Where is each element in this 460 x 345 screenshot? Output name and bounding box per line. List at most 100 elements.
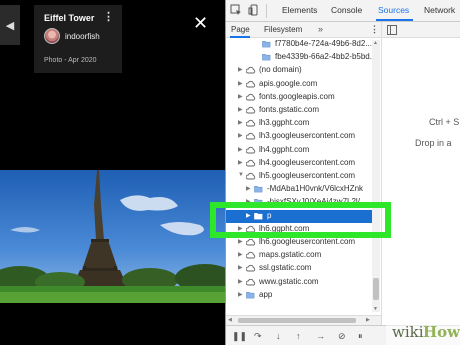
more-tabs-icon[interactable]: » — [318, 24, 323, 34]
close-icon[interactable]: ✕ — [193, 14, 208, 32]
cloud-icon — [246, 106, 256, 114]
previous-photo-button[interactable]: ◀ — [0, 5, 20, 45]
tree-item[interactable]: ▶ (no domain) — [226, 64, 376, 77]
folder-icon — [262, 41, 271, 48]
tree-item-label: fbe4339b-66a2-4bb2-b5bd... — [275, 52, 377, 62]
tab-elements[interactable]: Elements — [282, 5, 317, 15]
folder-icon — [246, 291, 255, 299]
tree-item[interactable]: ▶ fonts.gstatic.com — [226, 104, 376, 117]
scrollbar-thumb[interactable] — [373, 278, 379, 300]
deactivate-breakpoints-icon[interactable]: ⊘ — [338, 331, 346, 342]
cloud-icon — [246, 80, 256, 88]
more-options-icon[interactable]: ⋮ — [103, 12, 114, 23]
tree-item-label: lh4.googleusercontent.com — [259, 157, 356, 167]
expand-arrow-icon[interactable]: ▶ — [238, 291, 243, 298]
tree-item-label: lh3.googleusercontent.com — [259, 131, 356, 141]
cloud-icon — [246, 93, 256, 101]
cloud-icon — [246, 146, 256, 154]
inspect-element-icon[interactable] — [230, 4, 242, 16]
horizontal-scrollbar-thumb[interactable] — [238, 318, 356, 323]
expand-arrow-open-icon[interactable]: ▼ — [238, 172, 244, 178]
tree-item[interactable]: ▶ app — [226, 289, 376, 302]
expand-arrow-icon[interactable]: ▶ — [238, 278, 243, 285]
active-tab-indicator — [376, 19, 413, 21]
tab-network[interactable]: Network — [424, 5, 455, 15]
expand-arrow-icon[interactable]: ▶ — [238, 80, 243, 87]
tree-item[interactable]: ▼ lh5.googleusercontent.com — [226, 170, 376, 183]
tree-item[interactable]: ▶ apis.google.com — [226, 78, 376, 91]
step-icon[interactable]: → — [316, 331, 325, 341]
device-toolbar-icon[interactable] — [248, 4, 260, 16]
pause-icon[interactable]: ❚❚ — [232, 331, 247, 342]
cloud-icon — [246, 278, 256, 286]
cloud-icon — [246, 238, 256, 246]
tree-item[interactable]: fbe4339b-66a2-4bb2-b5bd... — [226, 51, 376, 64]
expand-arrow-icon[interactable]: ▶ — [238, 93, 243, 100]
toggle-navigator-icon[interactable] — [387, 25, 397, 35]
tree-item-label: apis.google.com — [259, 78, 318, 88]
expand-arrow-icon[interactable]: ▶ — [238, 66, 243, 73]
tree-item-label: fonts.googleapis.com — [259, 91, 335, 101]
wikihow-logo: wiki How — [386, 321, 460, 345]
source-editor-pane: Ctrl + S Drop in a — [381, 22, 460, 325]
expand-arrow-icon[interactable]: ▶ — [238, 264, 243, 271]
navigator-vertical-scrollbar[interactable]: ▲ ▼ — [372, 40, 380, 312]
expand-arrow-icon[interactable]: ▶ — [246, 185, 251, 192]
tree-item-label: f7780b4e-724a-49b6-8d2... — [275, 39, 372, 48]
tree-item-label: ssl.gstatic.com — [259, 263, 312, 273]
step-into-icon[interactable]: ↓ — [276, 331, 281, 341]
folder-icon — [262, 54, 271, 61]
scroll-right-arrow-icon[interactable]: ▶ — [366, 317, 370, 323]
expand-arrow-icon[interactable]: ▶ — [238, 146, 243, 153]
tree-item[interactable]: ▶ ssl.gstatic.com — [226, 262, 376, 275]
tree-item[interactable]: ▶ www.gstatic.com — [226, 276, 376, 289]
scroll-up-arrow-icon[interactable]: ▲ — [373, 40, 378, 46]
tree-item[interactable]: ▶ -MdAba1H0vnk/V6lcxHZnk — [226, 183, 376, 196]
tree-item-label: www.gstatic.com — [259, 276, 319, 286]
photo-date: Photo - Apr 2020 — [44, 57, 97, 64]
tree-item-label: lh4.ggpht.com — [259, 144, 310, 154]
cloud-icon — [246, 159, 256, 167]
avatar[interactable] — [44, 28, 60, 44]
tree-item[interactable]: ▶ fonts.googleapis.com — [226, 91, 376, 104]
cloud-icon — [246, 133, 256, 140]
photo-viewer: ◀ Eiffel Tower ⋮ indoorfish Photo - Apr … — [0, 0, 225, 345]
subtab-page[interactable]: Page — [231, 25, 250, 34]
step-out-icon[interactable]: ↑ — [296, 331, 301, 341]
editor-drop-hint: Drop in a — [415, 138, 452, 148]
subtab-filesystem[interactable]: Filesystem — [264, 25, 302, 34]
expand-arrow-icon[interactable]: ▶ — [238, 119, 243, 126]
photo-info-card: Eiffel Tower ⋮ indoorfish Photo - Apr 20… — [34, 5, 122, 73]
tree-item[interactable]: f7780b4e-724a-49b6-8d2... — [226, 38, 376, 51]
tab-console[interactable]: Console — [331, 5, 362, 15]
tree-item[interactable]: ▶ lh4.ggpht.com — [226, 144, 376, 157]
step-over-icon[interactable]: ↷ — [254, 331, 262, 342]
expand-arrow-icon[interactable]: ▶ — [238, 238, 243, 245]
navigator-horizontal-scrollbar[interactable]: ◀ ▶ — [226, 315, 381, 325]
editor-shortcut-hint: Ctrl + S — [429, 117, 460, 127]
tree-item[interactable]: ▶ lh3.ggpht.com — [226, 117, 376, 130]
expand-arrow-icon[interactable]: ▶ — [238, 106, 243, 113]
eiffel-tower-photo — [0, 170, 225, 303]
tab-sources[interactable]: Sources — [378, 5, 409, 15]
folder-icon — [254, 186, 263, 193]
editor-header — [382, 22, 460, 38]
cloud-icon — [246, 120, 256, 127]
cloud-icon — [246, 172, 256, 180]
tree-item[interactable]: ▶ lh4.googleusercontent.com — [226, 157, 376, 170]
tree-item-label: app — [259, 289, 273, 299]
expand-arrow-icon[interactable]: ▶ — [238, 251, 243, 258]
scroll-down-arrow-icon[interactable]: ▼ — [373, 306, 378, 312]
devtools-tabbar: Elements Console Sources Network — [226, 0, 460, 22]
tree-item[interactable]: ▶ lh3.googleusercontent.com — [226, 130, 376, 143]
pause-on-exceptions-icon[interactable]: ⏸ — [358, 331, 363, 342]
navigator-menu-icon[interactable]: ⋮ — [370, 24, 379, 35]
contributor-name[interactable]: indoorfish — [65, 32, 100, 41]
expand-arrow-icon[interactable]: ▶ — [238, 159, 243, 166]
scroll-left-arrow-icon[interactable]: ◀ — [228, 317, 232, 323]
navigator-tabbar: Page Filesystem » ⋮ — [226, 22, 381, 38]
tree-item[interactable]: ▶ maps.gstatic.com — [226, 249, 376, 262]
expand-arrow-icon[interactable]: ▶ — [238, 132, 243, 139]
toolbar-divider — [266, 4, 267, 18]
tree-item-label: lh6.googleusercontent.com — [259, 237, 356, 246]
